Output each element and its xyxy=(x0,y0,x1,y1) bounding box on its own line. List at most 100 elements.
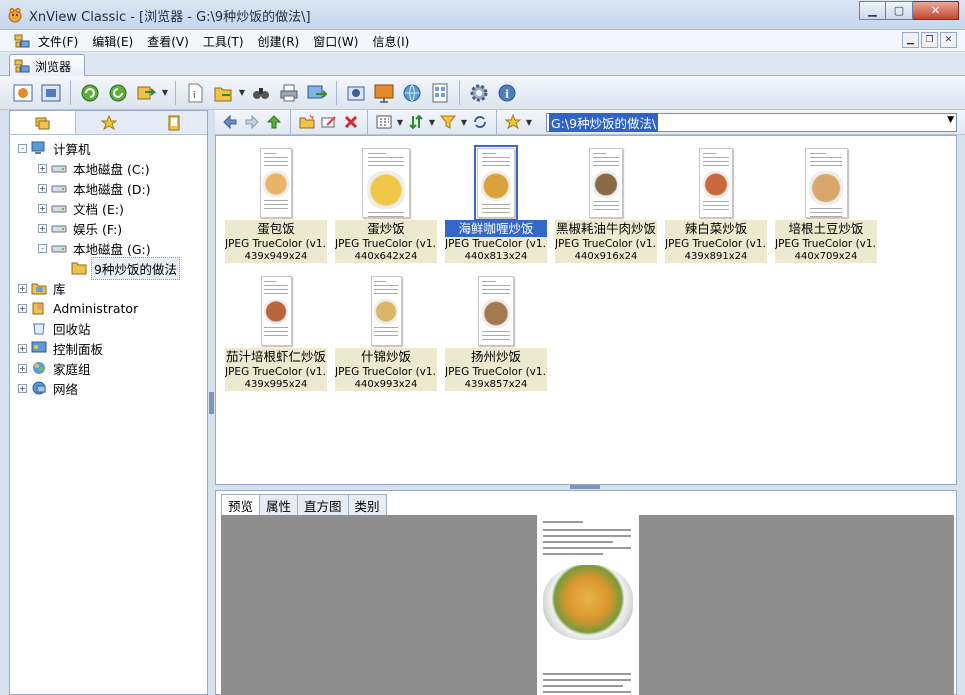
thumbnail-item[interactable]: 什锦炒饭 JPEG TrueColor (v1.1 440x993x24 xyxy=(335,268,445,396)
open-button[interactable] xyxy=(209,79,237,107)
tree-node-label: 家庭组 xyxy=(53,361,91,377)
open-dropdown-icon[interactable]: ▼ xyxy=(237,88,247,97)
convert-dropdown-icon[interactable]: ▼ xyxy=(160,88,170,97)
expand-icon[interactable]: + xyxy=(38,163,47,173)
forward-button[interactable] xyxy=(241,111,263,133)
sort-button[interactable] xyxy=(405,111,427,133)
tree-node[interactable]: 9种炒饭的做法 xyxy=(10,256,207,280)
properties-button[interactable]: i xyxy=(181,79,209,107)
thumbnail-item[interactable]: 茄汁培根虾仁炒饭 JPEG TrueColor (v1.1 439x995x24 xyxy=(225,268,335,396)
delete-button[interactable] xyxy=(340,111,362,133)
expand-icon[interactable]: + xyxy=(18,303,27,313)
menu-window[interactable]: 窗口(W) xyxy=(313,33,365,50)
tree-node[interactable]: + 文档 (E:) xyxy=(10,198,207,218)
menu-info[interactable]: 信息(I) xyxy=(372,33,416,50)
print-button[interactable] xyxy=(275,79,303,107)
expand-icon[interactable]: + xyxy=(38,183,47,193)
collapse-icon[interactable]: - xyxy=(38,243,47,253)
expand-icon[interactable]: + xyxy=(18,383,27,393)
tree-node[interactable]: + 控制面板 xyxy=(10,338,207,358)
refresh-button[interactable] xyxy=(76,79,104,107)
tree-node[interactable]: + 家庭组 xyxy=(10,358,207,378)
favorites-dropdown-icon[interactable]: ▼ xyxy=(524,118,534,127)
minimize-button[interactable]: ▁ xyxy=(859,1,886,20)
thumbnail-dimensions: 440x642x24 xyxy=(354,251,418,262)
thumbnail-item[interactable]: 海鲜咖喱炒饭 JPEG TrueColor (v1.1 440x813x24 xyxy=(445,140,555,268)
thumbnail-item[interactable]: 培根土豆炒饭 JPEG TrueColor (v1.1 440x709x24 xyxy=(775,140,885,268)
fullscreen-button[interactable] xyxy=(37,79,65,107)
thumbnail-item[interactable]: 蛋包饭 JPEG TrueColor (v1.1 439x949x24 xyxy=(225,140,335,268)
tree-node[interactable]: + 本地磁盘 (D:) xyxy=(10,178,207,198)
filter-dropdown-icon[interactable]: ▼ xyxy=(459,118,469,127)
menu-tools[interactable]: 工具(T) xyxy=(203,33,251,50)
export-button[interactable] xyxy=(303,79,331,107)
tree-node[interactable]: + 本地磁盘 (C:) xyxy=(10,158,207,178)
back-button[interactable] xyxy=(219,111,241,133)
vertical-splitter[interactable] xyxy=(208,110,215,695)
view-button[interactable] xyxy=(9,79,37,107)
menu-view[interactable]: 查看(V) xyxy=(147,33,196,50)
view-mode-button[interactable] xyxy=(373,111,395,133)
browser-window-icon[interactable] xyxy=(14,33,30,49)
tab-properties[interactable]: 属性 xyxy=(259,494,299,515)
settings-button[interactable] xyxy=(465,79,493,107)
search-button[interactable] xyxy=(247,79,275,107)
tab-favorites[interactable] xyxy=(76,111,141,134)
convert-button[interactable] xyxy=(132,79,160,107)
thumbnail-item[interactable]: 辣白菜炒饭 JPEG TrueColor (v1.1 439x891x24 xyxy=(665,140,775,268)
sync-button[interactable] xyxy=(469,111,491,133)
expand-icon[interactable]: + xyxy=(18,363,27,373)
new-folder-icon xyxy=(299,114,315,129)
close-button[interactable]: ✕ xyxy=(913,1,959,20)
up-button[interactable] xyxy=(263,111,285,133)
splitter-grip[interactable] xyxy=(209,392,214,414)
tab-category[interactable]: 类别 xyxy=(347,494,387,515)
tree-node[interactable]: + Administrator xyxy=(10,298,207,318)
thumbnail-dimensions: 440x709x24 xyxy=(794,251,858,262)
info-button[interactable]: i xyxy=(493,79,521,107)
web-button[interactable] xyxy=(398,79,426,107)
tree-node[interactable]: 回收站 xyxy=(10,318,207,338)
tab-preview[interactable]: 预览 xyxy=(221,494,261,515)
expand-icon[interactable]: + xyxy=(38,223,47,233)
splitter-grip[interactable] xyxy=(570,485,600,489)
address-dropdown-icon[interactable]: ▼ xyxy=(947,115,954,125)
sort-dropdown-icon[interactable]: ▼ xyxy=(427,118,437,127)
tab-browser[interactable]: 浏览器 xyxy=(9,54,85,77)
tree-node[interactable]: + 网络 xyxy=(10,378,207,398)
favorites-button[interactable] xyxy=(502,111,524,133)
tree-node[interactable]: + 娱乐 (F:) xyxy=(10,218,207,238)
mdi-close-button[interactable]: ✕ xyxy=(940,32,957,48)
expand-icon[interactable]: + xyxy=(18,283,27,293)
capture-button[interactable] xyxy=(342,79,370,107)
filter-button[interactable] xyxy=(437,111,459,133)
slideshow-button[interactable] xyxy=(370,79,398,107)
tab-histogram[interactable]: 直方图 xyxy=(297,494,349,515)
xnview-app-icon[interactable] xyxy=(7,7,23,23)
new-folder-button[interactable] xyxy=(296,111,318,133)
thumbnail-caption: 什锦炒饭 JPEG TrueColor (v1.1 440x993x24 xyxy=(335,348,437,391)
menu-file[interactable]: 文件(F) xyxy=(38,33,85,50)
mdi-restore-button[interactable]: ❐ xyxy=(921,32,938,48)
mdi-minimize-button[interactable]: ▁ xyxy=(902,32,919,48)
address-input[interactable]: G:\9种炒饭的做法\ ▼ xyxy=(546,113,957,132)
tree-node[interactable]: - 计算机 xyxy=(10,138,207,158)
maximize-button[interactable]: ▢ xyxy=(886,1,913,20)
collapse-icon[interactable]: - xyxy=(18,143,27,153)
tree-node[interactable]: - 本地磁盘 (G:) xyxy=(10,238,207,258)
tab-categories[interactable] xyxy=(142,111,207,134)
thumbnail-item[interactable]: 扬州炒饭 JPEG TrueColor (v1.1 439x857x24 xyxy=(445,268,555,396)
expand-icon[interactable]: + xyxy=(18,343,27,353)
expand-icon[interactable]: + xyxy=(38,203,47,213)
thumbnail-item[interactable]: 黑椒耗油牛肉炒饭 JPEG TrueColor (v1.1 440x916x24 xyxy=(555,140,665,268)
back-arrow-icon xyxy=(223,114,237,130)
rename-button[interactable] xyxy=(318,111,340,133)
menu-edit[interactable]: 编辑(E) xyxy=(92,33,140,50)
tab-folders[interactable] xyxy=(10,111,77,134)
tree-node[interactable]: + 库 xyxy=(10,278,207,298)
view-mode-dropdown-icon[interactable]: ▼ xyxy=(395,118,405,127)
contact-sheet-button[interactable] xyxy=(426,79,454,107)
thumbnail-item[interactable]: 蛋炒饭 JPEG TrueColor (v1.1 440x642x24 xyxy=(335,140,445,268)
refresh-all-button[interactable] xyxy=(104,79,132,107)
menu-create[interactable]: 创建(R) xyxy=(258,33,307,50)
